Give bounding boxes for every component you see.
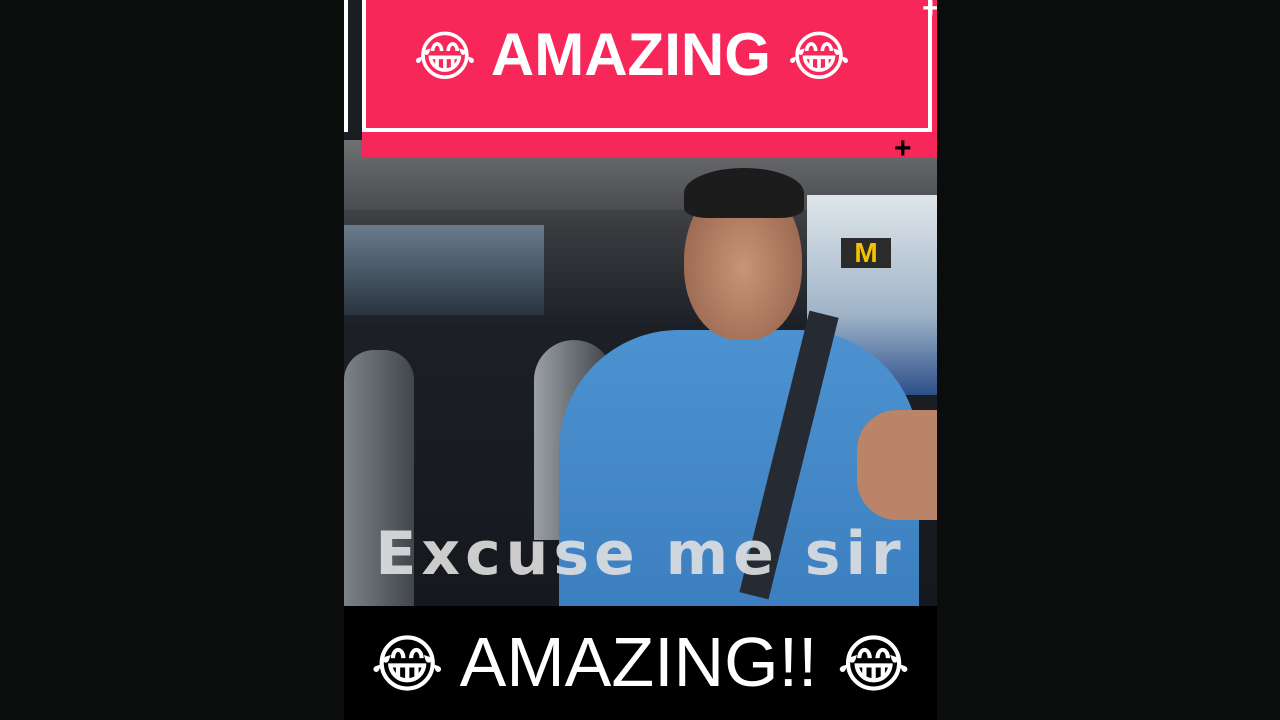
plus-decoration-icon: + — [894, 132, 912, 165]
bottom-caption: 😂 AMAZING!! 😂 — [344, 622, 937, 702]
laughing-emoji-icon: 😂 — [413, 27, 477, 87]
banner-title-text: AMAZING — [490, 21, 771, 88]
subtitle-caption: Excuse me sir — [375, 519, 906, 589]
bottom-caption-bar: 😂 AMAZING!! 😂 — [344, 606, 937, 720]
laughing-emoji-icon: 😂 — [370, 630, 445, 700]
man-hair — [684, 168, 804, 218]
plus-decoration-icon: + — [922, 0, 937, 25]
bottom-caption-text: AMAZING!! — [459, 623, 818, 701]
rear-window — [344, 225, 544, 315]
banner-frame-left — [344, 0, 360, 132]
laughing-emoji-icon: 😂 — [787, 27, 851, 87]
laughing-emoji-icon: 😂 — [836, 630, 911, 700]
top-banner: 😂 AMAZING 😂 + + — [344, 0, 937, 165]
mcdonalds-sign: M — [841, 238, 891, 268]
man-arm — [857, 410, 937, 520]
banner-title: 😂 AMAZING 😂 — [362, 20, 902, 89]
video-frame[interactable]: M Excuse me sir 😂 AMAZING 😂 + + 😂 AMAZIN… — [344, 0, 937, 720]
